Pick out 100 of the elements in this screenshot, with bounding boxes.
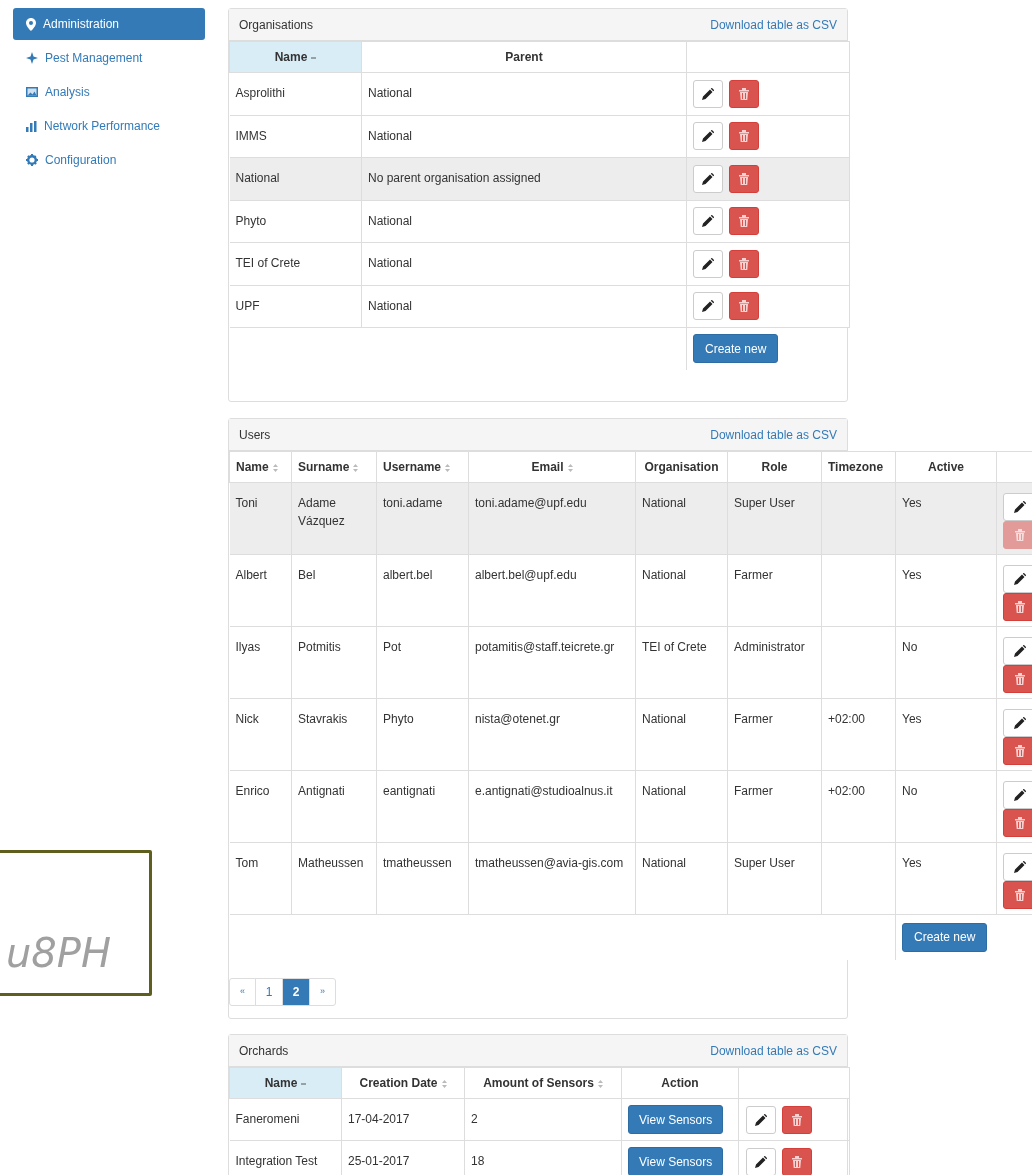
edit-button[interactable] [1003, 853, 1032, 881]
table-cell: tmatheussen [376, 842, 469, 915]
pagination-link[interactable]: 2 [282, 977, 310, 1006]
download-link[interactable]: Download table as CSV [710, 1041, 837, 1060]
table-cell: albert.bel [376, 554, 469, 627]
trash-icon [1014, 529, 1026, 541]
delete-button[interactable] [782, 1105, 812, 1134]
trash-icon [791, 1155, 803, 1168]
column-header[interactable]: Name [229, 1067, 342, 1099]
table-cell: No [895, 626, 997, 699]
sidebar-item[interactable]: Network Performance [13, 110, 205, 142]
sidebar-item[interactable]: Analysis [13, 76, 205, 108]
bar-chart-icon [26, 120, 37, 132]
column-header[interactable]: Name [229, 451, 292, 483]
edit-button[interactable] [1003, 781, 1032, 809]
create-new-button[interactable]: Create new [693, 334, 779, 364]
delete-button[interactable] [729, 164, 759, 193]
table-cell: Yes [895, 842, 997, 915]
trash-icon [738, 215, 750, 228]
sort-icon [445, 463, 451, 472]
column-header[interactable]: Amount of Sensors [464, 1067, 622, 1099]
sidebar-item[interactable]: Pest Management [13, 42, 205, 74]
edit-button[interactable] [1003, 709, 1032, 737]
sidebar-item[interactable]: Configuration [13, 144, 205, 176]
download-link[interactable]: Download table as CSV [710, 15, 837, 34]
view-sensors-button[interactable]: View Sensors [628, 1147, 724, 1175]
table-cell: Toni [229, 482, 292, 555]
pencil-icon [702, 215, 714, 228]
sort-icon [272, 463, 278, 472]
trash-icon [1014, 673, 1026, 685]
edit-button[interactable] [693, 164, 723, 193]
column-header[interactable]: Name [229, 41, 362, 73]
table-cell: Stavrakis [291, 698, 377, 771]
captcha-text: u8PH [6, 933, 111, 973]
table-cell: No [895, 770, 997, 843]
delete-button[interactable] [729, 292, 759, 321]
trash-icon [738, 87, 750, 100]
column-header[interactable]: Surname [291, 451, 377, 483]
table-cell: National [635, 698, 728, 771]
table-cell: 17-04-2017 [341, 1098, 465, 1141]
pencil-icon [1014, 501, 1026, 513]
pagination-link[interactable]: « [229, 977, 256, 1006]
table-cell: IMMS [229, 115, 362, 158]
sidebar-item[interactable]: Administration [13, 8, 205, 40]
table-cell: Farmer [727, 554, 822, 627]
column-header[interactable]: Username [376, 451, 469, 483]
table-cell: No parent organisation assigned [361, 157, 687, 200]
table-cell: Yes [895, 554, 997, 627]
pagination-link[interactable]: 1 [255, 977, 283, 1006]
edit-button[interactable] [746, 1147, 776, 1175]
table-cell: Faneromeni [229, 1098, 342, 1141]
panel-title: Organisations [239, 16, 314, 34]
edit-button[interactable] [693, 207, 723, 236]
table-cell: Pot [376, 626, 469, 699]
column-header: Active [895, 451, 997, 483]
table-cell: National [635, 770, 728, 843]
delete-button[interactable] [729, 249, 759, 278]
table-cell: Asprolithi [229, 72, 362, 115]
view-sensors-button[interactable]: View Sensors [628, 1105, 724, 1134]
table-cell: Phyto [229, 200, 362, 243]
trash-icon [1014, 601, 1026, 613]
delete-button[interactable] [729, 207, 759, 236]
column-header: Timezone [821, 451, 896, 483]
edit-button[interactable] [1003, 565, 1032, 593]
delete-button[interactable] [782, 1147, 812, 1175]
pencil-icon [702, 172, 714, 185]
table-cell: nista@otenet.gr [468, 698, 636, 771]
column-header[interactable]: Email [468, 451, 636, 483]
edit-button[interactable] [746, 1105, 776, 1134]
edit-button[interactable] [1003, 637, 1032, 665]
sort-ascending-icon [311, 55, 317, 60]
pencil-icon [702, 87, 714, 100]
table-cell: National [635, 554, 728, 627]
table-cell: toni.adame@upf.edu [468, 482, 636, 555]
delete-button[interactable] [729, 122, 759, 151]
edit-button[interactable] [693, 249, 723, 278]
edit-button[interactable] [1003, 493, 1032, 521]
pin-icon [26, 17, 36, 31]
settings-icon [26, 154, 38, 166]
table-cell: Matheussen [291, 842, 377, 915]
pencil-icon [1014, 789, 1026, 801]
table-cell: TEI of Crete [635, 626, 728, 699]
column-header: Organisation [635, 451, 728, 483]
download-link[interactable]: Download table as CSV [710, 425, 837, 444]
table-cell: Ilyas [229, 626, 292, 699]
trash-icon [1014, 889, 1026, 901]
table-cell: Nick [229, 698, 292, 771]
pagination-link[interactable]: » [309, 977, 336, 1006]
edit-button[interactable] [693, 292, 723, 321]
table-cell: tmatheussen@avia-gis.com [468, 842, 636, 915]
delete-button[interactable] [729, 79, 759, 108]
table-cell: National [361, 115, 687, 158]
table-cell: potamitis@staff.teicrete.gr [468, 626, 636, 699]
create-new-button[interactable]: Create new [902, 922, 988, 952]
sort-ascending-icon [301, 1081, 307, 1086]
sort-icon [567, 463, 573, 472]
edit-button[interactable] [693, 79, 723, 108]
pencil-icon [702, 300, 714, 313]
edit-button[interactable] [693, 122, 723, 151]
column-header[interactable]: Creation Date [341, 1067, 465, 1099]
